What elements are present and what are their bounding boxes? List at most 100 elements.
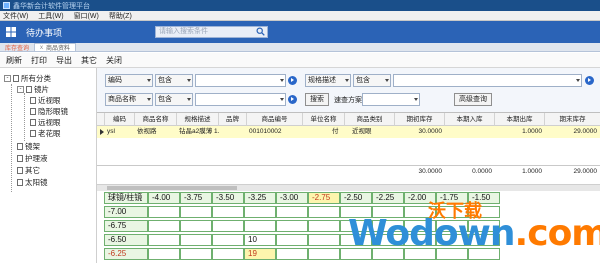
other-button[interactable]: 其它 <box>81 55 97 66</box>
dropdown-arrow-icon <box>147 79 151 82</box>
search-button[interactable]: 搜索 <box>305 93 329 106</box>
scrollbar-thumb[interactable] <box>107 186 237 190</box>
window-title: 鑫华新会计软件管理平台 <box>13 2 90 10</box>
matrix-cell[interactable]: 19 <box>244 248 276 260</box>
folder-icon <box>26 86 32 93</box>
matrix-cell[interactable] <box>276 206 308 218</box>
tree-node-sunglasses[interactable]: 太阳镜 <box>17 177 48 188</box>
collapse-toggle-icon[interactable]: - <box>4 75 11 82</box>
matrix-column-header: -4.00 <box>148 192 180 204</box>
matrix-cell[interactable] <box>212 206 244 218</box>
matrix-cell[interactable] <box>148 234 180 246</box>
grid-header[interactable]: 商品名称 <box>135 113 177 126</box>
current-row-arrow-icon <box>100 129 104 135</box>
grid-header[interactable]: 商品编号 <box>247 113 303 126</box>
table-cell[interactable]: 1.0000 <box>495 126 545 138</box>
menu-window[interactable]: 窗口(W) <box>74 11 99 21</box>
tree-node-hyperopia[interactable]: 远视眼 <box>30 117 61 128</box>
advanced-query-button[interactable]: 高级查询 <box>454 93 492 106</box>
tree-node-lenses[interactable]: - 镜片 <box>17 84 49 95</box>
tree-node-presbyopia[interactable]: 老花眼 <box>30 128 61 139</box>
table-cell[interactable]: ysl <box>106 126 135 138</box>
refresh-button[interactable]: 刷新 <box>6 55 22 66</box>
table-cell[interactable]: 付 <box>304 126 345 138</box>
matrix-cell[interactable] <box>180 248 212 260</box>
matrix-cell[interactable] <box>276 234 308 246</box>
collapse-toggle-icon[interactable]: - <box>17 86 24 93</box>
apply-filter-icon[interactable] <box>585 76 594 85</box>
tree-node-root[interactable]: - 所有分类 <box>4 73 51 84</box>
matrix-cell[interactable] <box>148 248 180 260</box>
file-icon <box>17 167 23 174</box>
tab-product-info[interactable]: x 商品资料 <box>34 43 77 52</box>
filter-operator-select[interactable]: 包含 <box>155 93 193 106</box>
filter-field-select[interactable]: 商品名称 <box>105 93 153 106</box>
tree-node-contact-lenses[interactable]: 隐形眼镜 <box>30 106 68 117</box>
search-icon[interactable] <box>256 27 265 38</box>
matrix-cell[interactable] <box>308 220 340 232</box>
grid-header[interactable]: 品牌 <box>219 113 247 126</box>
grid-header[interactable]: 单位名称 <box>303 113 345 126</box>
tree-node-care-solution[interactable]: 护理液 <box>17 153 48 164</box>
search-input[interactable]: 请输入搜索条件 <box>155 26 268 38</box>
scheme-select[interactable] <box>362 93 420 106</box>
filter-value-input[interactable] <box>195 93 286 106</box>
matrix-cell[interactable] <box>308 206 340 218</box>
filter-operator-select[interactable]: 包含 <box>353 74 391 87</box>
matrix-cell[interactable] <box>212 248 244 260</box>
file-icon <box>17 143 23 150</box>
matrix-cell[interactable] <box>308 248 340 260</box>
filter-panel: 编码 包含 规格描述 包含 商品名称 包含 搜索 速查方案 高级查询 <box>97 68 600 112</box>
filter-value-input[interactable] <box>195 74 286 87</box>
tab-inventory-query[interactable]: 库存查询 <box>0 43 34 52</box>
filter-operator-select[interactable]: 包含 <box>155 74 193 87</box>
matrix-cell[interactable] <box>308 234 340 246</box>
matrix-cell[interactable] <box>148 220 180 232</box>
matrix-cell[interactable]: 10 <box>244 234 276 246</box>
matrix-cell[interactable] <box>212 234 244 246</box>
menu-tools[interactable]: 工具(W) <box>38 11 63 21</box>
windows-logo-icon[interactable] <box>0 21 22 43</box>
table-cell[interactable]: 30.0000 <box>395 126 445 138</box>
todo-label[interactable]: 待办事项 <box>26 26 62 39</box>
table-cell[interactable]: 依视路 <box>136 126 177 138</box>
filter-field-select[interactable]: 编码 <box>105 74 153 87</box>
menu-file[interactable]: 文件(W) <box>3 11 28 21</box>
matrix-cell[interactable] <box>276 220 308 232</box>
filter-value-input[interactable] <box>393 74 582 87</box>
matrix-cell[interactable] <box>148 206 180 218</box>
matrix-cell[interactable] <box>180 220 212 232</box>
grid-header[interactable]: 本期入库 <box>445 113 495 126</box>
grid-header[interactable]: 期末库存 <box>545 113 600 126</box>
tree-node-other[interactable]: 其它 <box>17 165 40 176</box>
grid-header[interactable]: 编码 <box>105 113 135 126</box>
matrix-cell[interactable] <box>180 234 212 246</box>
grid-header[interactable]: 商品类别 <box>345 113 395 126</box>
table-cell[interactable]: 近视眼 <box>346 126 395 138</box>
close-button[interactable]: 关闭 <box>106 55 122 66</box>
print-button[interactable]: 打印 <box>31 55 47 66</box>
tab-close-icon[interactable]: x <box>40 45 43 51</box>
table-cell[interactable] <box>445 126 495 138</box>
filter-field-select[interactable]: 规格描述 <box>305 74 351 87</box>
tree-node-myopia[interactable]: 近视眼 <box>30 95 61 106</box>
grid-header[interactable]: 规格描述 <box>177 113 219 126</box>
table-cell[interactable]: 29.0000 <box>545 126 600 138</box>
tree-node-frames[interactable]: 镜架 <box>17 141 40 152</box>
grid-header[interactable]: 期初库存 <box>395 113 445 126</box>
apply-filter-icon[interactable] <box>288 95 297 104</box>
export-button[interactable]: 导出 <box>56 55 72 66</box>
table-cell[interactable]: 钻晶a2膜薄 1.6 <box>178 126 219 138</box>
grid-header[interactable]: 本期出库 <box>495 113 545 126</box>
apply-filter-icon[interactable] <box>288 76 297 85</box>
matrix-cell[interactable] <box>244 206 276 218</box>
matrix-cell[interactable] <box>212 220 244 232</box>
matrix-cell[interactable] <box>276 248 308 260</box>
matrix-cell[interactable] <box>180 206 212 218</box>
table-cell[interactable]: 001010002 <box>248 126 303 138</box>
table-cell[interactable] <box>220 126 247 138</box>
matrix-cell[interactable] <box>244 220 276 232</box>
nav-bar: 待办事项 请输入搜索条件 <box>0 21 600 43</box>
grid-header-indicator <box>97 113 105 126</box>
menu-help[interactable]: 帮助(Z) <box>109 11 132 21</box>
